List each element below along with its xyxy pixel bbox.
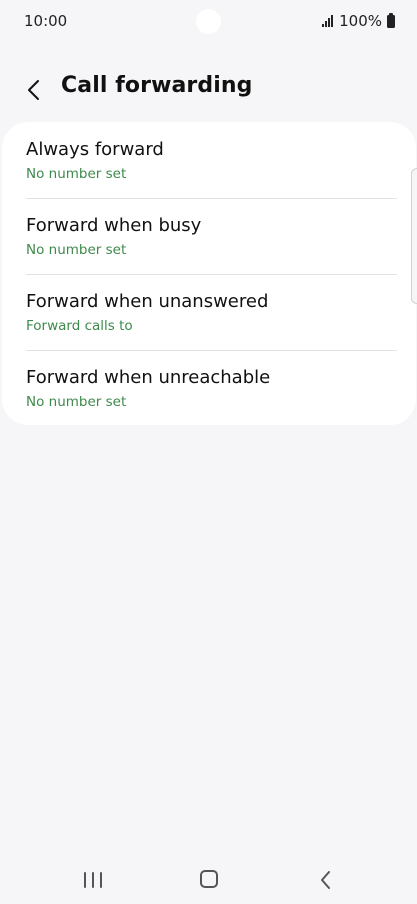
item-subtitle: No number set	[26, 242, 127, 258]
list-item-always-forward[interactable]: Always forward No number set	[2, 122, 416, 198]
list-item-forward-when-busy[interactable]: Forward when busy No number set	[2, 198, 416, 274]
navigation-bar	[0, 856, 417, 904]
screen: 10:00 100% Call forwarding Always forwar…	[0, 0, 417, 904]
battery-percentage: 100%	[339, 12, 382, 30]
item-subtitle: Forward calls to	[26, 318, 133, 334]
signal-icon	[322, 15, 334, 27]
nav-back-icon	[321, 871, 330, 889]
item-subtitle: No number set	[26, 166, 127, 182]
settings-card: Always forward No number set Forward whe…	[2, 122, 416, 425]
item-title: Forward when unanswered	[26, 291, 269, 312]
app-header: Call forwarding	[0, 60, 417, 116]
back-button[interactable]	[16, 72, 52, 108]
item-title: Forward when unreachable	[26, 367, 271, 388]
scrollbar[interactable]	[411, 168, 417, 304]
list-item-forward-when-unreachable[interactable]: Forward when unreachable No number set	[2, 350, 416, 426]
recent-apps-button[interactable]	[80, 870, 106, 890]
nav-back-button[interactable]	[314, 868, 338, 892]
home-icon	[200, 870, 218, 888]
chevron-left-icon	[28, 80, 39, 100]
item-title: Always forward	[26, 139, 164, 160]
home-button[interactable]	[199, 869, 219, 889]
item-title: Forward when busy	[26, 215, 202, 236]
list-item-forward-when-unanswered[interactable]: Forward when unanswered Forward calls to	[2, 274, 416, 350]
status-time: 10:00	[24, 12, 68, 30]
status-indicators: 100%	[322, 12, 395, 30]
camera-cutout	[196, 9, 221, 34]
item-subtitle: No number set	[26, 394, 127, 410]
recent-apps-icon	[84, 872, 86, 888]
status-bar: 10:00 100%	[0, 0, 417, 44]
battery-icon	[387, 12, 395, 28]
page-title: Call forwarding	[61, 73, 253, 98]
